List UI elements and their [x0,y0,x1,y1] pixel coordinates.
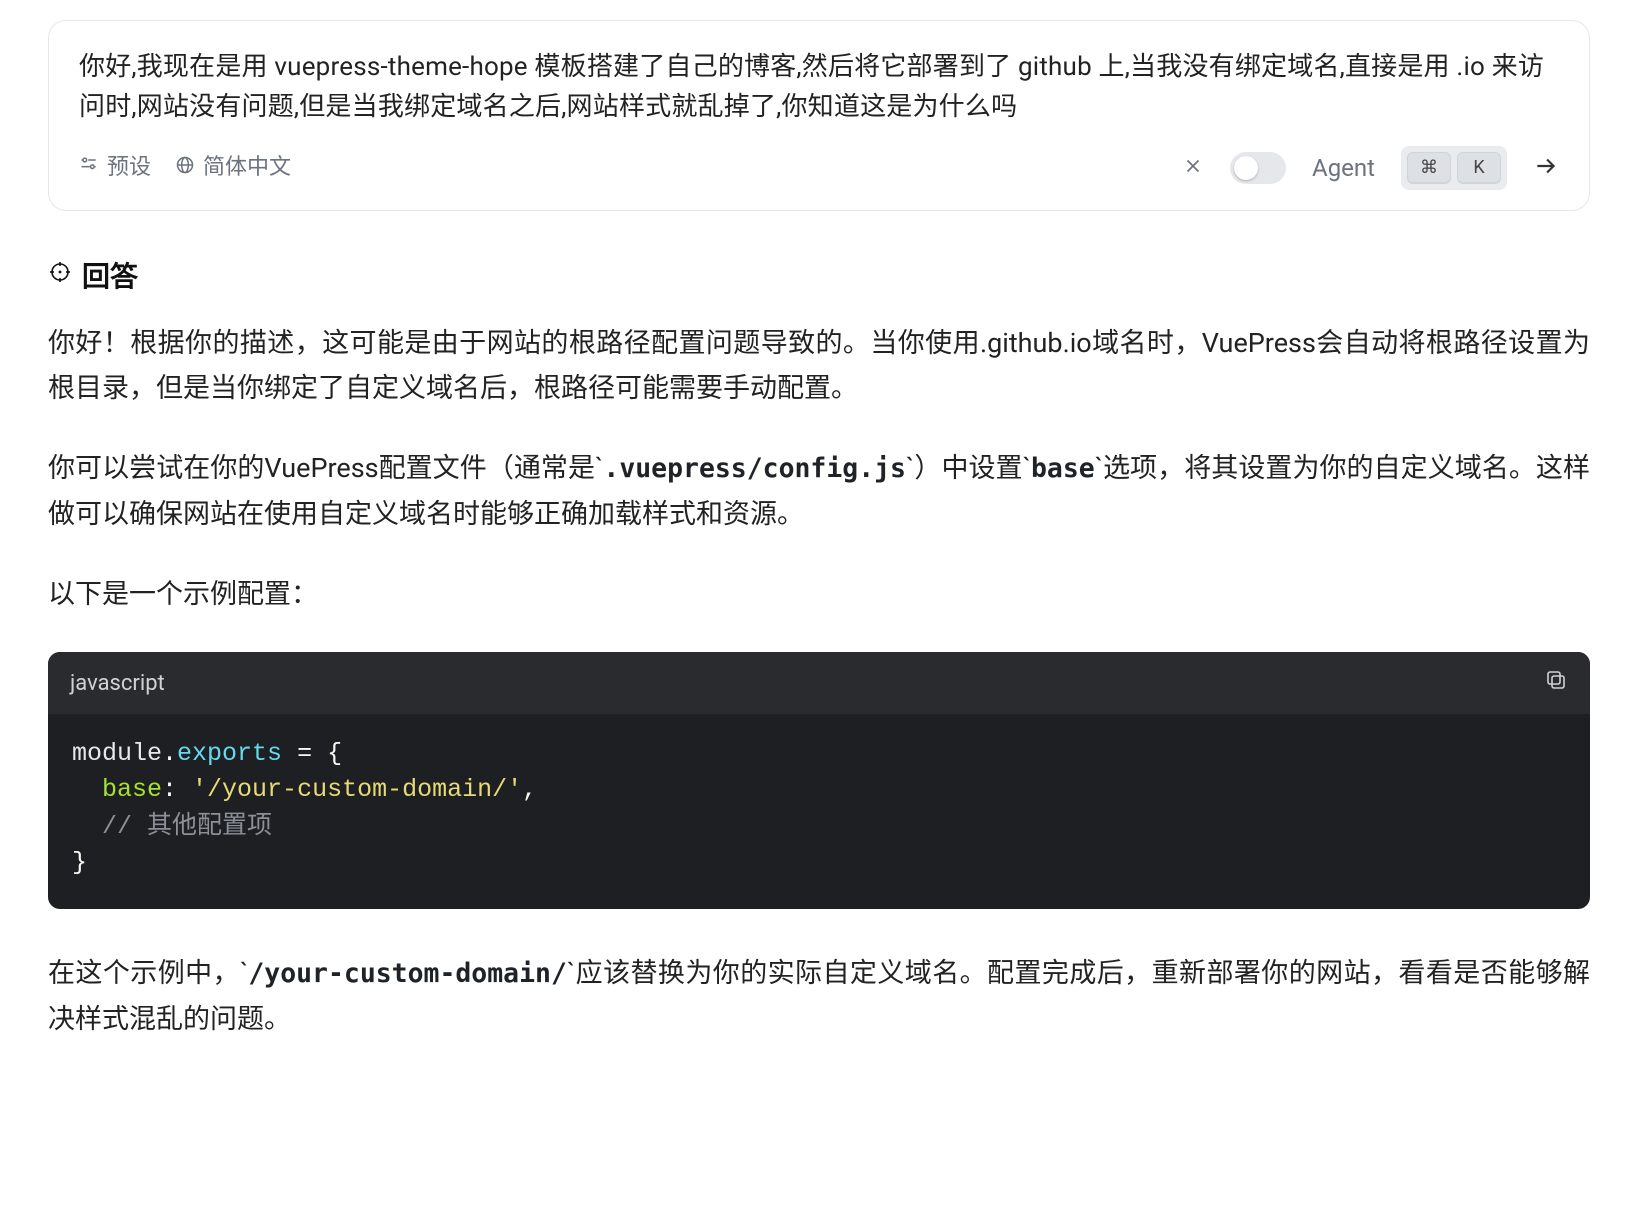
answer-section: 回答 你好！根据你的描述，这可能是由于网站的根路径配置问题导致的。当你使用.gi… [48,255,1590,1043]
tok-exports: exports [177,739,282,768]
tok-close: } [72,848,87,877]
answer-heading-text: 回答 [82,255,138,295]
target-icon [48,258,72,291]
arrow-right-icon [1533,153,1559,183]
answer-paragraph-2: 你可以尝试在你的VuePress配置文件（通常是`.vuepress/confi… [48,446,1590,538]
answer-heading: 回答 [48,255,1590,295]
prompt-toolbar: 预设 简体中文 Agent ⌘ K [79,146,1559,190]
close-icon [1182,155,1204,181]
tok-module: module [72,739,162,768]
agent-label: Agent [1312,154,1375,182]
prompt-card: 你好,我现在是用 vuepress-theme-hope 模板搭建了自己的博客,… [48,20,1590,211]
send-button[interactable] [1533,153,1559,183]
toolbar-right: Agent ⌘ K [1182,146,1559,190]
answer-paragraph-3: 以下是一个示例配置： [48,572,1590,618]
preset-label: 预设 [107,157,151,179]
kbd-cmd: ⌘ [1407,152,1451,184]
code-header: javascript [48,652,1590,714]
answer-paragraph-1: 你好！根据你的描述，这可能是由于网站的根路径配置问题导致的。当你使用.githu… [48,321,1590,413]
code-content: module.exports = { base: '/your-custom-d… [48,714,1590,909]
p2-pre: 你可以尝试在你的VuePress配置文件（通常是` [48,452,603,484]
tok-dot: . [162,739,177,768]
inline-code-domain: /your-custom-domain/ [248,958,567,989]
p4-pre: 在这个示例中，` [48,957,248,989]
tok-assign: = { [282,739,342,768]
copy-code-button[interactable] [1544,668,1568,698]
sliders-icon [79,155,99,180]
tok-comment: // 其他配置项 [102,812,272,841]
clear-button[interactable] [1182,155,1204,181]
tok-comma: , [522,775,537,804]
language-button[interactable]: 简体中文 [175,155,291,180]
tok-colon: : [162,775,192,804]
code-language-label: javascript [70,671,165,696]
preset-button[interactable]: 预设 [79,155,151,180]
inline-code-config-path: .vuepress/config.js [603,453,906,484]
inline-code-base: base [1031,453,1095,484]
toolbar-left: 预设 简体中文 [79,155,291,180]
code-block: javascript module.exports = { base: '/yo… [48,652,1590,909]
shortcut-hint[interactable]: ⌘ K [1401,146,1507,190]
answer-paragraph-4: 在这个示例中，`/your-custom-domain/`应该替换为你的实际自定… [48,951,1590,1043]
copy-icon [1544,668,1568,698]
globe-icon [175,155,195,180]
prompt-text: 你好,我现在是用 vuepress-theme-hope 模板搭建了自己的博客,… [79,47,1559,128]
tok-string: '/your-custom-domain/' [192,775,522,804]
agent-toggle[interactable] [1230,152,1286,184]
tok-base: base [102,775,162,804]
kbd-key: K [1457,152,1501,184]
p2-mid: `）中设置` [906,452,1031,484]
language-label: 简体中文 [203,157,291,179]
